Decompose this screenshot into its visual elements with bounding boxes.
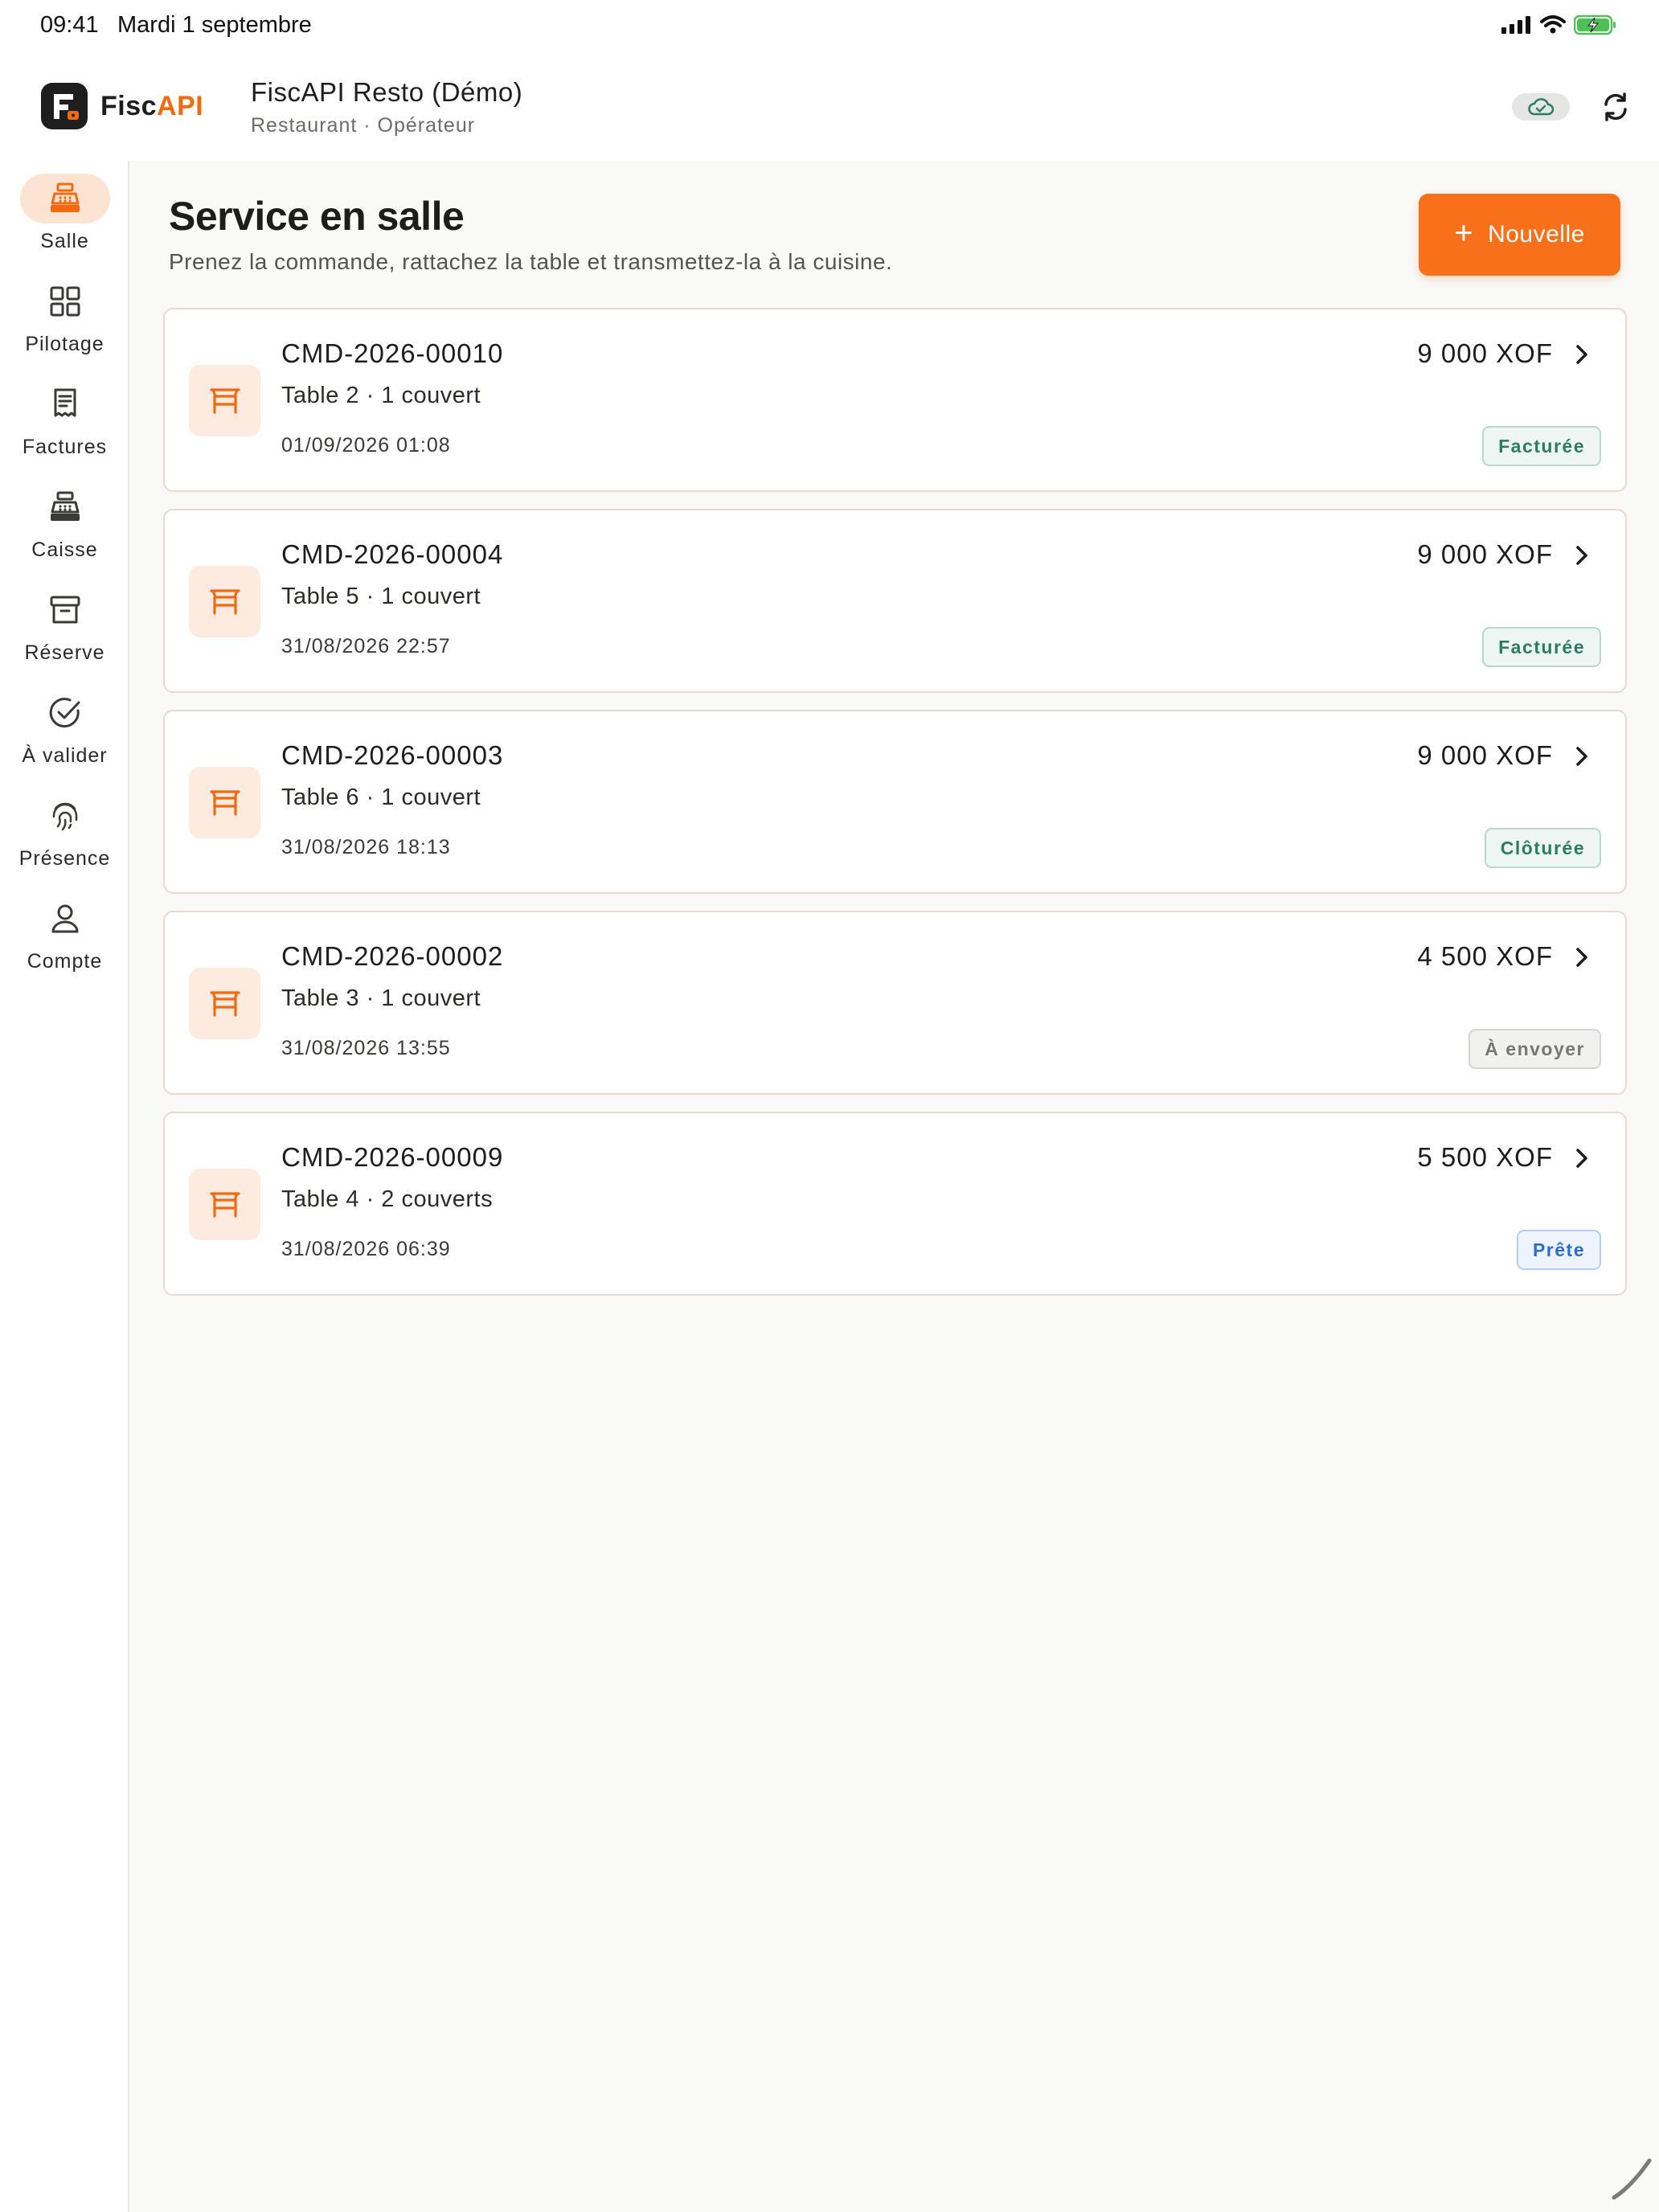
order-card[interactable]: CMD-2026-00009 Table 4 · 2 couverts 31/0…	[163, 1112, 1627, 1296]
sidebar-item-label: Pilotage	[25, 333, 104, 355]
fingerprint-icon	[52, 802, 77, 831]
wifi-icon	[1540, 15, 1566, 34]
receipt-icon	[54, 388, 76, 417]
order-amount: 9 000 XOF	[1417, 740, 1553, 770]
cloud-check-icon	[1528, 98, 1555, 116]
table-icon	[189, 365, 260, 436]
chevron-right-icon	[1576, 747, 1587, 766]
chevron-right-icon	[1576, 948, 1587, 967]
sidebar: Salle Pilotage Factures Caisse Réserve À…	[0, 161, 129, 2212]
plus-icon: +	[1454, 215, 1474, 251]
status-bar: 09:41 Mardi 1 septembre	[0, 0, 1659, 53]
app-logo: FiscAPI	[41, 83, 203, 129]
cash-register-icon	[50, 182, 80, 212]
order-list: CMD-2026-00010 Table 2 · 1 couvert 01/09…	[163, 308, 1627, 1313]
sidebar-item-label: Présence	[18, 847, 111, 870]
org-role: Restaurant · Opérateur	[251, 114, 476, 137]
status-date: Mardi 1 septembre	[117, 12, 312, 38]
order-card[interactable]: CMD-2026-00010 Table 2 · 1 couvert 01/09…	[163, 308, 1627, 492]
order-card[interactable]: CMD-2026-00003 Table 6 · 1 couvert 31/08…	[163, 710, 1627, 894]
sidebar-item-reserve[interactable]: Réserve	[0, 585, 129, 682]
chevron-right-icon	[1576, 546, 1587, 565]
page-subtitle: Prenez la commande, rattachez la table e…	[169, 249, 893, 274]
table-icon	[189, 767, 260, 838]
order-amount: 9 000 XOF	[1417, 539, 1553, 569]
grid-icon	[50, 286, 80, 317]
table-icon	[189, 1169, 260, 1240]
archive-box-icon	[50, 596, 80, 624]
sidebar-item-label: Salle	[40, 230, 89, 252]
sidebar-item-compte[interactable]: Compte	[0, 894, 129, 990]
order-date: 31/08/2026 13:55	[281, 1037, 451, 1059]
order-id: CMD-2026-00009	[281, 1142, 504, 1172]
page-title: Service en salle	[169, 194, 465, 239]
status-badge: Prête	[1516, 1230, 1601, 1270]
refresh-icon	[1604, 92, 1627, 121]
order-amount: 5 500 XOF	[1417, 1142, 1553, 1172]
order-id: CMD-2026-00003	[281, 740, 504, 770]
pencil-stroke-icon	[1612, 2158, 1652, 2200]
status-badge: Facturée	[1482, 426, 1601, 466]
sidebar-item-salle[interactable]: Salle	[0, 174, 129, 270]
logo-wordmark: FiscAPI	[100, 90, 204, 121]
order-table: Table 5 · 1 couvert	[281, 584, 481, 609]
cash-register-icon	[50, 491, 80, 521]
order-amount: 4 500 XOF	[1417, 941, 1553, 971]
sync-status-badge[interactable]	[1512, 93, 1570, 121]
sidebar-item-label: Caisse	[31, 539, 98, 561]
order-amount: 9 000 XOF	[1417, 338, 1553, 368]
app-header: FiscAPI FiscAPI Resto (Démo) Restaurant …	[0, 53, 1659, 161]
chevron-right-icon	[1576, 1149, 1587, 1168]
cellular-signal-icon	[1501, 16, 1530, 34]
chevron-right-icon	[1576, 345, 1587, 364]
order-date: 01/09/2026 01:08	[281, 434, 451, 457]
order-table: Table 3 · 1 couvert	[281, 985, 481, 1011]
sidebar-item-factures[interactable]: Factures	[0, 379, 129, 476]
sidebar-item-label: À valider	[22, 744, 108, 767]
sidebar-item-label: Factures	[22, 436, 108, 458]
order-table: Table 4 · 2 couverts	[281, 1186, 494, 1212]
order-card[interactable]: CMD-2026-00002 Table 3 · 1 couvert 31/08…	[163, 911, 1627, 1095]
logo-icon	[41, 83, 88, 129]
order-date: 31/08/2026 22:57	[281, 635, 451, 657]
check-circle-icon	[49, 698, 80, 728]
order-id: CMD-2026-00002	[281, 941, 504, 971]
status-icons	[1501, 14, 1617, 35]
order-id: CMD-2026-00010	[281, 338, 504, 368]
new-order-button[interactable]: + Nouvelle	[1419, 194, 1620, 276]
order-id: CMD-2026-00004	[281, 539, 504, 569]
table-icon	[189, 566, 260, 637]
status-time: 09:41	[40, 12, 99, 38]
order-table: Table 6 · 1 couvert	[281, 784, 481, 810]
status-badge: Facturée	[1482, 627, 1601, 667]
new-order-label: Nouvelle	[1488, 221, 1585, 248]
status-badge: Clôturée	[1484, 828, 1601, 868]
sidebar-item-pilotage[interactable]: Pilotage	[0, 276, 129, 373]
battery-charging-icon	[1574, 14, 1616, 35]
order-card[interactable]: CMD-2026-00004 Table 5 · 1 couvert 31/08…	[163, 509, 1627, 693]
sidebar-item-caisse[interactable]: Caisse	[0, 482, 129, 579]
order-date: 31/08/2026 18:13	[281, 836, 451, 858]
sync-button[interactable]	[1598, 89, 1633, 125]
sidebar-item-presence[interactable]: Présence	[0, 791, 129, 887]
user-icon	[51, 904, 78, 933]
order-table: Table 2 · 1 couvert	[281, 383, 481, 408]
sidebar-item-label: Réserve	[24, 641, 105, 664]
sidebar-item-a-valider[interactable]: À valider	[0, 688, 129, 784]
org-name: FiscAPI Resto (Démo)	[251, 77, 523, 107]
sidebar-item-label: Compte	[27, 950, 103, 973]
status-badge: À envoyer	[1469, 1029, 1601, 1069]
order-date: 31/08/2026 06:39	[281, 1238, 451, 1260]
table-icon	[189, 968, 260, 1039]
